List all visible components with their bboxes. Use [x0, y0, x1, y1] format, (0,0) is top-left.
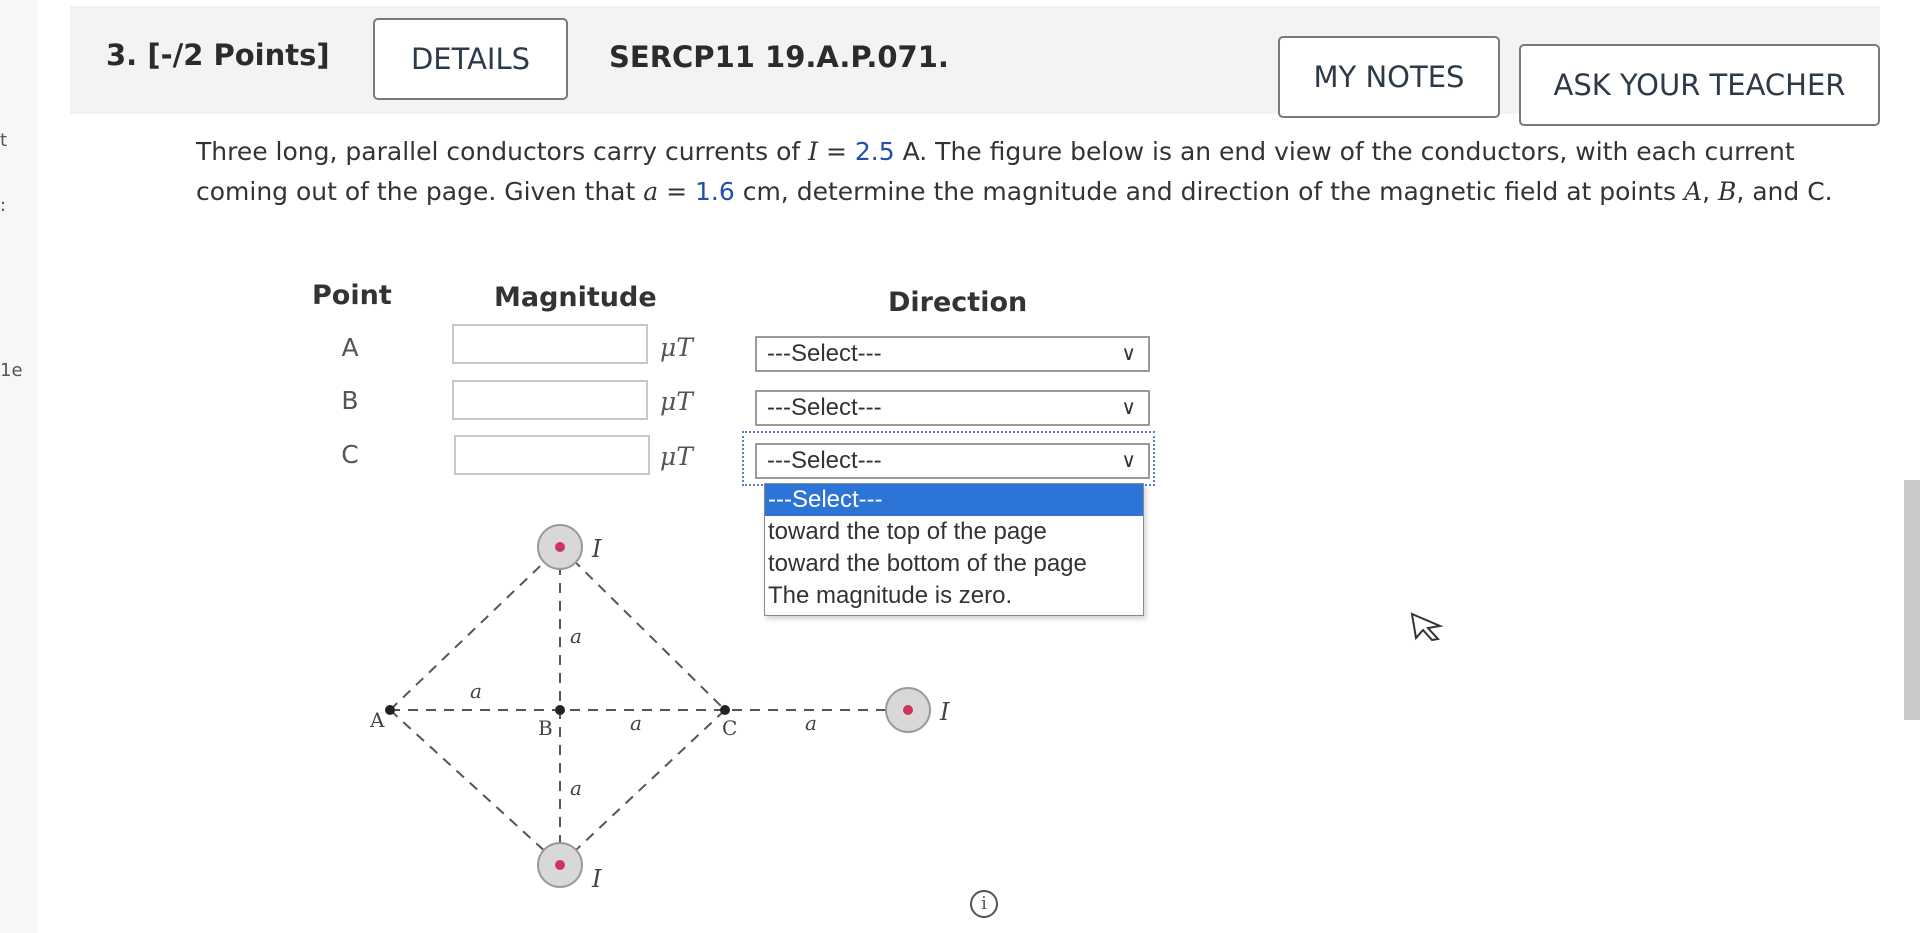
left-edge-strip: t : 1e	[0, 0, 38, 933]
point-column-header: Point	[312, 280, 392, 311]
mouse-cursor-icon	[1410, 612, 1444, 642]
spacing-label: a	[630, 711, 642, 735]
dashed-line	[559, 546, 726, 711]
question-number: 3. [-/2 Points]	[106, 38, 330, 72]
spacing-label: a	[470, 679, 482, 703]
my-notes-button[interactable]: MY NOTES	[1278, 36, 1500, 118]
point-a-dot	[385, 705, 395, 715]
left-fragment: :	[0, 195, 7, 216]
point-c-label: C	[722, 716, 737, 740]
conductor-figure: I I I a a a a a A B C	[369, 524, 950, 893]
direction-select-b[interactable]: ---Select--- ∨	[755, 390, 1150, 426]
chevron-down-icon: ∨	[1121, 343, 1136, 365]
direction-column-header: Direction	[888, 287, 1028, 318]
dashed-line	[389, 709, 561, 866]
dashed-line	[559, 709, 726, 866]
left-fragment: t	[0, 130, 8, 151]
details-button[interactable]: DETAILS	[373, 18, 568, 100]
direction-select-c[interactable]: ---Select--- ∨	[755, 443, 1150, 479]
current-label-top: I	[591, 535, 602, 563]
question-id: SERCP11 19.A.P.071.	[609, 40, 949, 74]
spacing-label: a	[570, 624, 582, 648]
point-c-dot	[720, 705, 730, 715]
point-a-label: A	[369, 708, 385, 732]
spacing-label: a	[805, 711, 817, 735]
magnitude-input-c[interactable]	[454, 435, 650, 475]
unit-label: μT	[660, 442, 693, 471]
conductor-top	[537, 524, 583, 570]
chevron-down-icon: ∨	[1121, 397, 1136, 419]
left-fragment: 1e	[0, 360, 23, 381]
chevron-down-icon: ∨	[1121, 450, 1136, 472]
conductor-bottom	[537, 842, 583, 888]
magnitude-input-a[interactable]	[452, 324, 648, 364]
point-b-label: B	[538, 716, 553, 740]
row-point-label: B	[341, 386, 359, 415]
current-label-right: I	[939, 698, 950, 726]
spacing-label: a	[570, 776, 582, 800]
current-label-bottom: I	[591, 865, 602, 893]
unit-label: μT	[660, 387, 693, 416]
info-icon[interactable]: i	[970, 890, 998, 918]
unit-label: μT	[660, 333, 693, 362]
conductor-right	[885, 687, 931, 733]
scrollbar[interactable]	[1904, 480, 1920, 720]
row-point-label: C	[341, 440, 359, 469]
magnitude-input-b[interactable]	[452, 380, 648, 420]
magnitude-column-header: Magnitude	[494, 282, 657, 313]
point-b-dot	[555, 705, 565, 715]
direction-select-a[interactable]: ---Select--- ∨	[755, 336, 1150, 372]
problem-statement: Three long, parallel conductors carry cu…	[196, 137, 1833, 206]
ask-teacher-button[interactable]: ASK YOUR TEACHER	[1519, 44, 1880, 126]
row-point-label: A	[341, 333, 359, 362]
